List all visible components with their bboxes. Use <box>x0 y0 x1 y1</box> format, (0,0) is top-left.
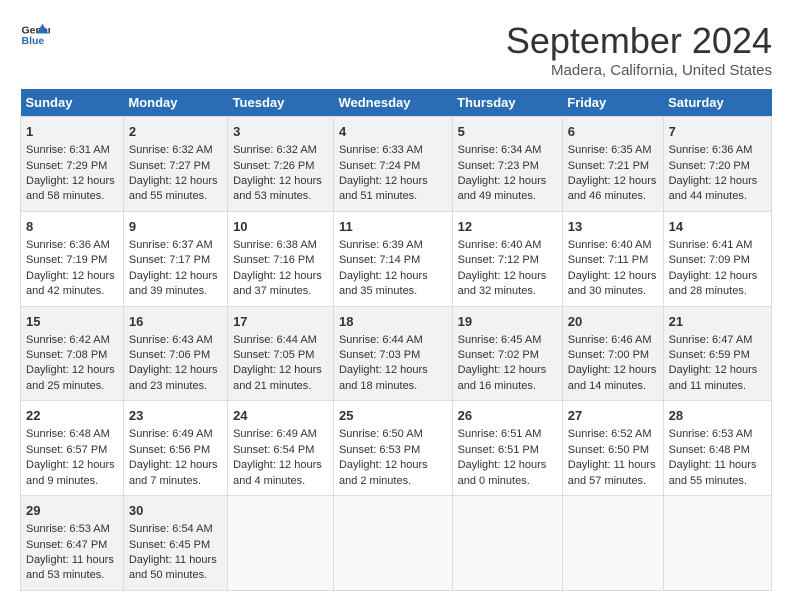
col-wednesday: Wednesday <box>333 89 452 117</box>
table-row: 18Sunrise: 6:44 AMSunset: 7:03 PMDayligh… <box>333 306 452 401</box>
calendar-week-1: 1Sunrise: 6:31 AMSunset: 7:29 PMDaylight… <box>21 117 772 212</box>
table-row: 25Sunrise: 6:50 AMSunset: 6:53 PMDayligh… <box>333 401 452 496</box>
calendar-week-2: 8Sunrise: 6:36 AMSunset: 7:19 PMDaylight… <box>21 211 772 306</box>
table-row: 11Sunrise: 6:39 AMSunset: 7:14 PMDayligh… <box>333 211 452 306</box>
table-row: 21Sunrise: 6:47 AMSunset: 6:59 PMDayligh… <box>663 306 771 401</box>
table-row: 15Sunrise: 6:42 AMSunset: 7:08 PMDayligh… <box>21 306 124 401</box>
svg-text:Blue: Blue <box>22 35 45 47</box>
table-row: 10Sunrise: 6:38 AMSunset: 7:16 PMDayligh… <box>228 211 334 306</box>
table-row: 4Sunrise: 6:33 AMSunset: 7:24 PMDaylight… <box>333 117 452 212</box>
table-row: 20Sunrise: 6:46 AMSunset: 7:00 PMDayligh… <box>562 306 663 401</box>
table-row: 19Sunrise: 6:45 AMSunset: 7:02 PMDayligh… <box>452 306 562 401</box>
calendar-week-3: 15Sunrise: 6:42 AMSunset: 7:08 PMDayligh… <box>21 306 772 401</box>
table-row: 12Sunrise: 6:40 AMSunset: 7:12 PMDayligh… <box>452 211 562 306</box>
col-friday: Friday <box>562 89 663 117</box>
table-row: 17Sunrise: 6:44 AMSunset: 7:05 PMDayligh… <box>228 306 334 401</box>
table-row: 6Sunrise: 6:35 AMSunset: 7:21 PMDaylight… <box>562 117 663 212</box>
table-row: 2Sunrise: 6:32 AMSunset: 7:27 PMDaylight… <box>123 117 227 212</box>
table-row: 5Sunrise: 6:34 AMSunset: 7:23 PMDaylight… <box>452 117 562 212</box>
table-row <box>562 496 663 591</box>
table-row <box>663 496 771 591</box>
logo-icon: General Blue <box>20 20 50 50</box>
table-row: 26Sunrise: 6:51 AMSunset: 6:51 PMDayligh… <box>452 401 562 496</box>
header-row: Sunday Monday Tuesday Wednesday Thursday… <box>21 89 772 117</box>
table-row: 9Sunrise: 6:37 AMSunset: 7:17 PMDaylight… <box>123 211 227 306</box>
page-title: September 2024 <box>506 20 772 62</box>
logo: General Blue <box>20 20 50 50</box>
table-row: 8Sunrise: 6:36 AMSunset: 7:19 PMDaylight… <box>21 211 124 306</box>
table-row: 29Sunrise: 6:53 AMSunset: 6:47 PMDayligh… <box>21 496 124 591</box>
table-row: 1Sunrise: 6:31 AMSunset: 7:29 PMDaylight… <box>21 117 124 212</box>
table-row: 3Sunrise: 6:32 AMSunset: 7:26 PMDaylight… <box>228 117 334 212</box>
col-thursday: Thursday <box>452 89 562 117</box>
col-tuesday: Tuesday <box>228 89 334 117</box>
table-row: 23Sunrise: 6:49 AMSunset: 6:56 PMDayligh… <box>123 401 227 496</box>
table-row: 13Sunrise: 6:40 AMSunset: 7:11 PMDayligh… <box>562 211 663 306</box>
table-row: 24Sunrise: 6:49 AMSunset: 6:54 PMDayligh… <box>228 401 334 496</box>
table-row: 16Sunrise: 6:43 AMSunset: 7:06 PMDayligh… <box>123 306 227 401</box>
calendar-table: Sunday Monday Tuesday Wednesday Thursday… <box>20 89 772 591</box>
col-sunday: Sunday <box>21 89 124 117</box>
table-row: 28Sunrise: 6:53 AMSunset: 6:48 PMDayligh… <box>663 401 771 496</box>
table-row: 30Sunrise: 6:54 AMSunset: 6:45 PMDayligh… <box>123 496 227 591</box>
calendar-week-4: 22Sunrise: 6:48 AMSunset: 6:57 PMDayligh… <box>21 401 772 496</box>
title-area: September 2024 Madera, California, Unite… <box>506 20 772 79</box>
table-row <box>333 496 452 591</box>
table-row: 14Sunrise: 6:41 AMSunset: 7:09 PMDayligh… <box>663 211 771 306</box>
table-row <box>452 496 562 591</box>
col-monday: Monday <box>123 89 227 117</box>
table-row: 22Sunrise: 6:48 AMSunset: 6:57 PMDayligh… <box>21 401 124 496</box>
calendar-week-5: 29Sunrise: 6:53 AMSunset: 6:47 PMDayligh… <box>21 496 772 591</box>
page-header: General Blue September 2024 Madera, Cali… <box>20 20 772 79</box>
table-row: 27Sunrise: 6:52 AMSunset: 6:50 PMDayligh… <box>562 401 663 496</box>
table-row: 7Sunrise: 6:36 AMSunset: 7:20 PMDaylight… <box>663 117 771 212</box>
table-row <box>228 496 334 591</box>
page-subtitle: Madera, California, United States <box>506 62 772 79</box>
col-saturday: Saturday <box>663 89 771 117</box>
